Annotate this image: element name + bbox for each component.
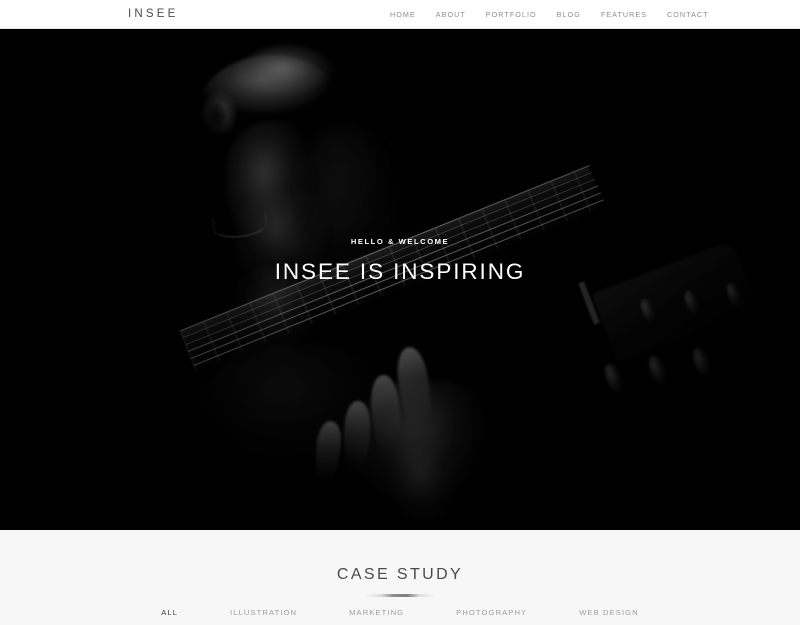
filter-item-web-design[interactable]: WEB DESIGN <box>553 608 665 617</box>
nav-item-contact[interactable]: CONTACT <box>657 10 719 19</box>
filter-item-marketing[interactable]: MARKETING <box>323 608 430 617</box>
filter-item-illustration[interactable]: ILLUSTRATION <box>204 608 323 617</box>
case-study-title: CASE STUDY <box>336 566 464 583</box>
nav-item-home[interactable]: HOME <box>380 10 426 19</box>
hero-title: INSEE IS INSPIRING <box>274 259 526 284</box>
case-study-divider <box>365 594 435 597</box>
nav-item-features[interactable]: FEATURES <box>591 10 657 19</box>
hero-subtitle: HELLO & WELCOME <box>350 237 450 246</box>
site-header: INSEE HOME ABOUT PORTFOLIO BLOG FEATURES… <box>0 0 800 29</box>
page-root: INSEE HOME ABOUT PORTFOLIO BLOG FEATURES… <box>0 0 800 625</box>
hero-content: HELLO & WELCOME INSEE IS INSPIRING <box>0 237 800 285</box>
nav-item-blog[interactable]: BLOG <box>547 10 591 19</box>
main-navigation: HOME ABOUT PORTFOLIO BLOG FEATURES CONTA… <box>380 10 719 19</box>
hero-section: HELLO & WELCOME INSEE IS INSPIRING <box>0 29 800 530</box>
case-study-section: CASE STUDY ALL ILLUSTRATION MARKETING PH… <box>0 530 800 625</box>
filter-item-photography[interactable]: PHOTOGRAPHY <box>430 608 553 617</box>
filter-item-all[interactable]: ALL <box>135 608 204 617</box>
portfolio-filter-bar: ALL ILLUSTRATION MARKETING PHOTOGRAPHY W… <box>0 608 800 617</box>
nav-item-portfolio[interactable]: PORTFOLIO <box>476 10 547 19</box>
nav-item-about[interactable]: ABOUT <box>426 10 476 19</box>
site-logo[interactable]: INSEE <box>128 8 179 20</box>
